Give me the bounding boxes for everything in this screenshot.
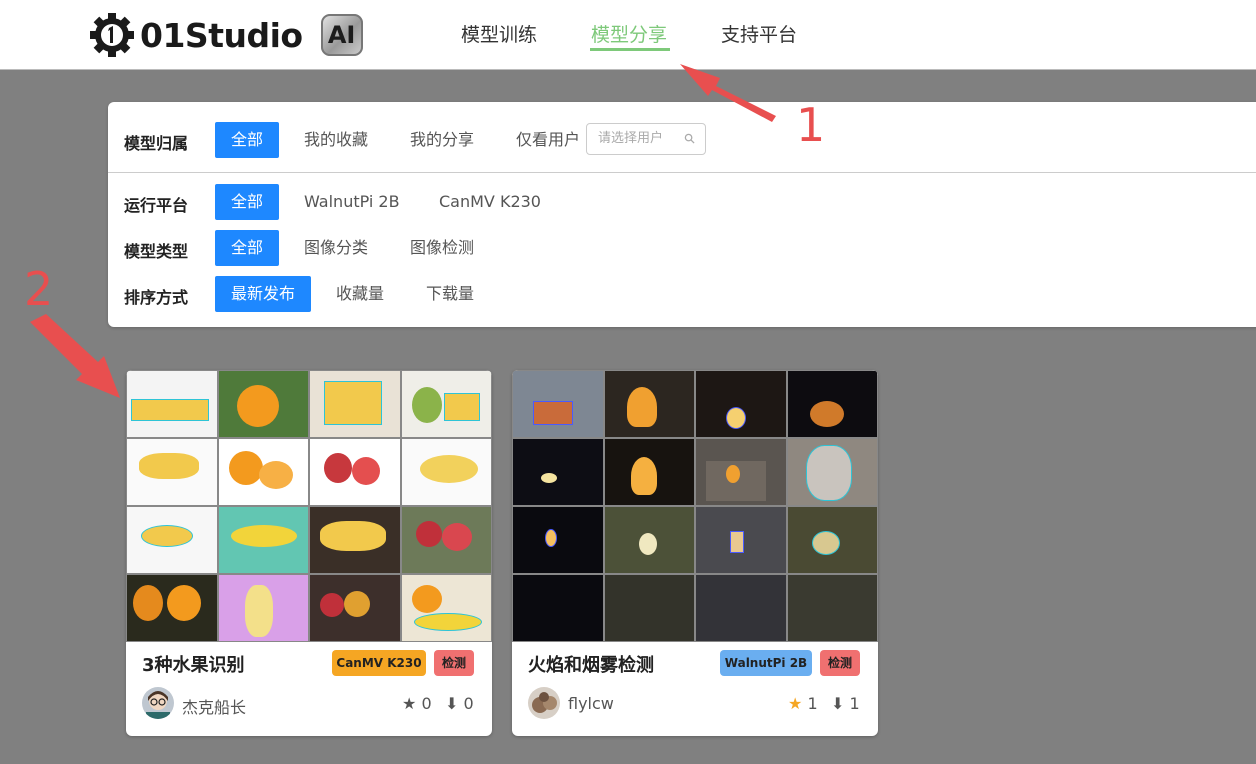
filter-panel: 模型归属 全部 我的收藏 我的分享 仅看用户 请选择用户 运行平台 全部 Wal… (108, 102, 1256, 327)
filter-type-label: 模型类型 (124, 242, 189, 261)
type-tag: 检测 (820, 650, 860, 676)
download-count-value: 1 (849, 694, 860, 713)
annotation-number-2: 2 (24, 262, 54, 316)
sort-favorites[interactable]: 收藏量 (336, 276, 384, 312)
filter-owner-shared[interactable]: 我的分享 (410, 122, 474, 158)
site-logo[interactable]: 01Studio AI (88, 11, 363, 59)
filter-platform-label: 运行平台 (124, 196, 189, 215)
download-count[interactable]: ⬇ 1 (831, 694, 860, 713)
favorite-count-value: 1 (807, 694, 818, 713)
author-name[interactable]: flylcw (568, 694, 614, 713)
gear-logo-icon (90, 13, 134, 57)
filter-owner-label: 模型归属 (124, 134, 189, 153)
favorite-count[interactable]: ★ 0 (402, 694, 432, 713)
filter-sort-label: 排序方式 (124, 288, 189, 307)
star-icon: ★ (402, 694, 417, 713)
download-icon: ⬇ (831, 694, 845, 713)
sort-latest[interactable]: 最新发布 (215, 276, 311, 312)
brand-name: 01Studio (140, 15, 303, 55)
favorite-count[interactable]: ★ 1 (788, 694, 818, 713)
user-select-placeholder: 请选择用户 (598, 131, 664, 146)
filter-divider (108, 172, 1256, 173)
type-tag: 检测 (434, 650, 474, 676)
annotation-number-1: 1 (796, 98, 826, 152)
nav-active-underline (590, 48, 670, 51)
annotation-arrow-2-icon (30, 314, 120, 398)
filter-owner-favorites[interactable]: 我的收藏 (304, 122, 368, 158)
platform-tag: CanMV K230 (332, 650, 426, 676)
fruit-thumbnail (126, 370, 492, 642)
filter-platform-walnutpi[interactable]: WalnutPi 2B (304, 184, 400, 220)
sort-downloads[interactable]: 下载量 (426, 276, 474, 312)
favorite-count-value: 0 (421, 694, 432, 713)
nav-model-training[interactable]: 模型训练 (461, 20, 537, 47)
download-count[interactable]: ⬇ 0 (445, 694, 474, 713)
star-icon: ★ (788, 694, 803, 713)
author-avatar[interactable] (528, 687, 560, 719)
nav-supported-platforms[interactable]: 支持平台 (721, 20, 797, 47)
download-count-value: 0 (463, 694, 474, 713)
user-select-input[interactable]: 请选择用户 (586, 123, 706, 155)
author-name[interactable]: 杰克船长 (182, 694, 246, 718)
model-card-fruit[interactable]: 3种水果识别 CanMV K230 检测 杰克船长 ★ 0 ⬇ 0 (126, 370, 492, 736)
model-card-fire-smoke[interactable]: 火焰和烟雾检测 WalnutPi 2B 检测 flylcw ★ 1 ⬇ 1 (512, 370, 878, 736)
card-title[interactable]: 火焰和烟雾检测 (528, 651, 654, 677)
fire-smoke-thumbnail (512, 370, 878, 642)
top-header: 01Studio AI 模型训练 模型分享 支持平台 (0, 0, 1256, 70)
filter-platform-canmv[interactable]: CanMV K230 (439, 184, 541, 220)
filter-owner-all[interactable]: 全部 (215, 122, 279, 158)
author-avatar[interactable] (142, 687, 174, 719)
search-icon (684, 133, 695, 144)
filter-type-classification[interactable]: 图像分类 (304, 230, 368, 266)
filter-user-only-label: 仅看用户 (516, 130, 581, 149)
download-icon: ⬇ (445, 694, 459, 713)
ai-badge: AI (320, 14, 363, 56)
filter-type-detection[interactable]: 图像检测 (410, 230, 474, 266)
filter-type-all[interactable]: 全部 (215, 230, 279, 266)
platform-tag: WalnutPi 2B (720, 650, 812, 676)
card-title[interactable]: 3种水果识别 (142, 651, 245, 677)
filter-platform-all[interactable]: 全部 (215, 184, 279, 220)
nav-model-sharing[interactable]: 模型分享 (591, 20, 667, 47)
